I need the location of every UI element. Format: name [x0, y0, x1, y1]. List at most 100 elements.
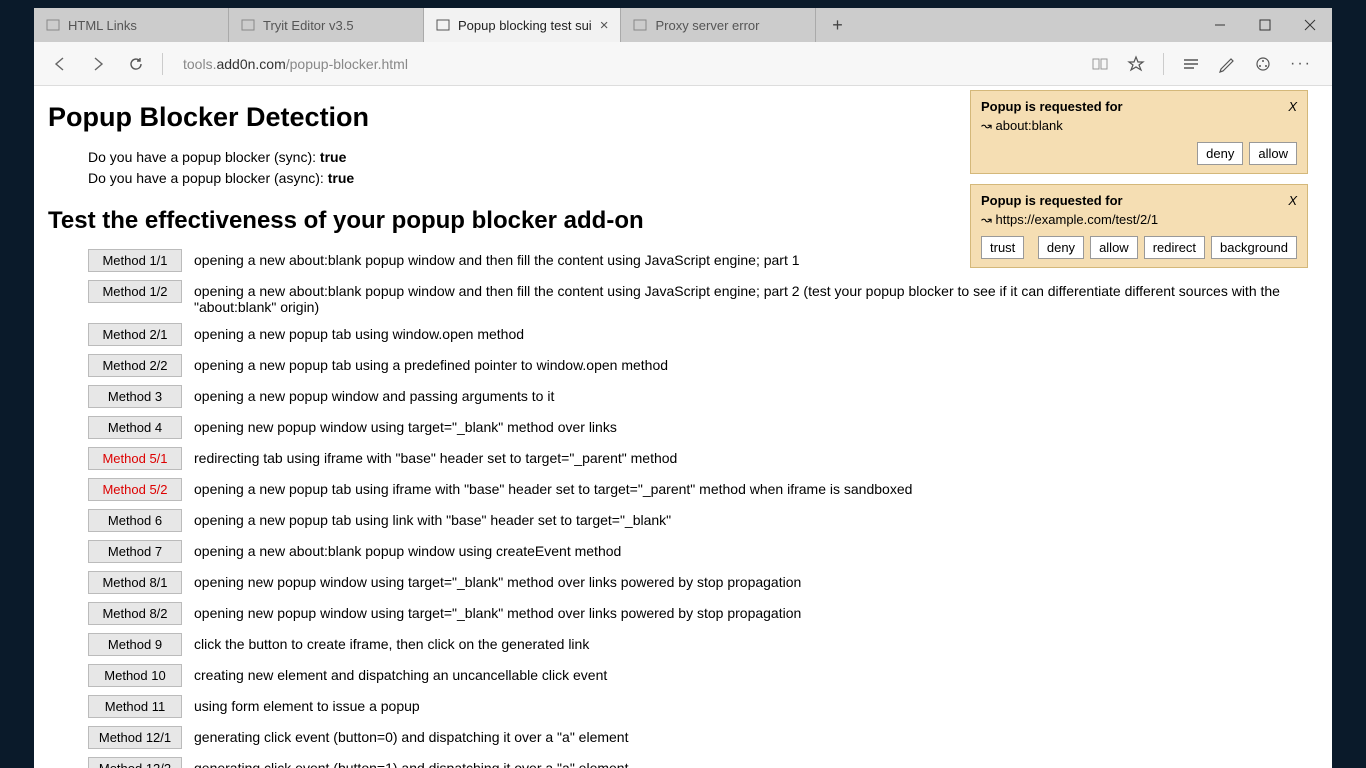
maximize-button[interactable]	[1242, 8, 1287, 42]
method-button[interactable]: Method 4	[88, 416, 182, 439]
method-description: opening a new about:blank popup window a…	[194, 249, 800, 268]
page-icon	[241, 18, 255, 32]
notif-close-button[interactable]: X	[1288, 193, 1297, 208]
method-button[interactable]: Method 8/1	[88, 571, 182, 594]
method-description: opening new popup window using target="_…	[194, 602, 801, 621]
method-description: opening a new about:blank popup window u…	[194, 540, 621, 559]
allow-button[interactable]: allow	[1090, 236, 1138, 259]
method-description: opening a new popup tab using iframe wit…	[194, 478, 912, 497]
page-content: Popup is requested for X ↝ about:blank d…	[34, 86, 1332, 768]
popup-notification-1: Popup is requested for X ↝ about:blank d…	[970, 90, 1308, 174]
notif-close-button[interactable]: X	[1288, 99, 1297, 114]
url-domain: add0n.com	[216, 56, 285, 72]
method-row: Method 10 creating new element and dispat…	[88, 664, 1318, 687]
new-tab-button[interactable]: +	[816, 8, 858, 42]
method-button[interactable]: Method 9	[88, 633, 182, 656]
sync-value: true	[320, 149, 346, 165]
url-path: /popup-blocker.html	[286, 56, 408, 72]
tab-tryit[interactable]: Tryit Editor v3.5	[229, 8, 424, 42]
method-row: Method 5/2 opening a new popup tab using …	[88, 478, 1318, 501]
close-icon[interactable]: ×	[600, 17, 609, 34]
tab-label: Tryit Editor v3.5	[263, 18, 354, 33]
method-row: Method 6 opening a new popup tab using li…	[88, 509, 1318, 532]
method-button[interactable]: Method 8/2	[88, 602, 182, 625]
notif-url: ↝ about:blank	[981, 118, 1297, 134]
method-row: Method 1/2 opening a new about:blank popu…	[88, 280, 1318, 315]
method-button[interactable]: Method 6	[88, 509, 182, 532]
deny-button[interactable]: deny	[1038, 236, 1084, 259]
tab-label: Popup blocking test sui	[458, 18, 592, 33]
page-icon	[436, 18, 450, 32]
method-row: Method 11 using form element to issue a p…	[88, 695, 1318, 718]
tab-proxy-error[interactable]: Proxy server error	[621, 8, 816, 42]
notes-icon[interactable]	[1218, 55, 1236, 73]
tab-label: Proxy server error	[655, 18, 759, 33]
tab-bar: HTML Links Tryit Editor v3.5 Popup block…	[34, 8, 1332, 42]
method-description: redirecting tab using iframe with "base"…	[194, 447, 677, 466]
method-row: Method 3 opening a new popup window and p…	[88, 385, 1318, 408]
more-icon[interactable]: ···	[1290, 55, 1312, 73]
sync-label: Do you have a popup blocker (sync):	[88, 149, 320, 165]
trust-button[interactable]: trust	[981, 236, 1024, 259]
url-prefix: tools.	[183, 56, 216, 72]
forward-button[interactable]	[86, 52, 110, 76]
method-row: Method 8/2 opening new popup window using…	[88, 602, 1318, 625]
method-row: Method 12/2generating click event (butto…	[88, 757, 1318, 768]
notif-title: Popup is requested for	[981, 193, 1123, 208]
method-description: using form element to issue a popup	[194, 695, 420, 714]
methods-list: Method 1/1 opening a new about:blank popu…	[88, 249, 1318, 768]
refresh-button[interactable]	[124, 52, 148, 76]
method-button[interactable]: Method 10	[88, 664, 182, 687]
page-icon	[46, 18, 60, 32]
method-button[interactable]: Method 11	[88, 695, 182, 718]
method-description: click the button to create iframe, then …	[194, 633, 589, 652]
method-button[interactable]: Method 2/2	[88, 354, 182, 377]
redirect-button[interactable]: redirect	[1144, 236, 1205, 259]
method-row: Method 8/1 opening new popup window using…	[88, 571, 1318, 594]
hub-icon[interactable]	[1182, 55, 1200, 73]
method-button[interactable]: Method 7	[88, 540, 182, 563]
method-button[interactable]: Method 2/1	[88, 323, 182, 346]
toolbar: tools.add0n.com/popup-blocker.html ···	[34, 42, 1332, 86]
method-button[interactable]: Method 1/2	[88, 280, 182, 303]
method-row: Method 12/1 generating click event (butto…	[88, 726, 1318, 749]
method-description: opening new popup window using target="_…	[194, 571, 801, 590]
share-icon[interactable]	[1254, 55, 1272, 73]
popup-notification-2: Popup is requested for X ↝ https://examp…	[970, 184, 1308, 268]
toolbar-right: ···	[1091, 53, 1318, 75]
minimize-button[interactable]	[1197, 8, 1242, 42]
address-bar[interactable]: tools.add0n.com/popup-blocker.html	[177, 52, 1077, 76]
tab-label: HTML Links	[68, 18, 137, 33]
method-button[interactable]: Method 5/2	[88, 478, 182, 501]
method-row: Method 5/1 redirecting tab using iframe w…	[88, 447, 1318, 470]
favorite-icon[interactable]	[1127, 55, 1145, 73]
tab-popup-blocking[interactable]: Popup blocking test sui ×	[424, 8, 621, 42]
method-button[interactable]: Method 3	[88, 385, 182, 408]
method-button[interactable]: Method 12/2	[88, 757, 182, 768]
method-row: Method 9 click the button to create ifram…	[88, 633, 1318, 656]
page-icon	[633, 18, 647, 32]
close-window-button[interactable]	[1287, 8, 1332, 42]
method-row: Method 4 opening new popup window using t…	[88, 416, 1318, 439]
browser-window: HTML Links Tryit Editor v3.5 Popup block…	[34, 8, 1332, 768]
allow-button[interactable]: allow	[1249, 142, 1297, 165]
reading-view-icon[interactable]	[1091, 55, 1109, 73]
separator	[1163, 53, 1164, 75]
tab-html-links[interactable]: HTML Links	[34, 8, 229, 42]
method-description: opening a new popup window and passing a…	[194, 385, 554, 404]
deny-button[interactable]: deny	[1197, 142, 1243, 165]
method-description: generating click event (button=0) and di…	[194, 726, 628, 745]
method-button[interactable]: Method 1/1	[88, 249, 182, 272]
async-value: true	[328, 170, 354, 186]
method-description: opening a new popup tab using link with …	[194, 509, 671, 528]
method-description: opening a new about:blank popup window a…	[194, 280, 1318, 315]
method-button[interactable]: Method 12/1	[88, 726, 182, 749]
back-button[interactable]	[48, 52, 72, 76]
method-description: creating new element and dispatching an …	[194, 664, 607, 683]
notif-title: Popup is requested for	[981, 99, 1123, 114]
method-row: Method 2/1opening a new popup tab using …	[88, 323, 1318, 346]
method-description: opening a new popup tab using a predefin…	[194, 354, 668, 373]
method-description: opening new popup window using target="_…	[194, 416, 617, 435]
method-button[interactable]: Method 5/1	[88, 447, 182, 470]
background-button[interactable]: background	[1211, 236, 1297, 259]
